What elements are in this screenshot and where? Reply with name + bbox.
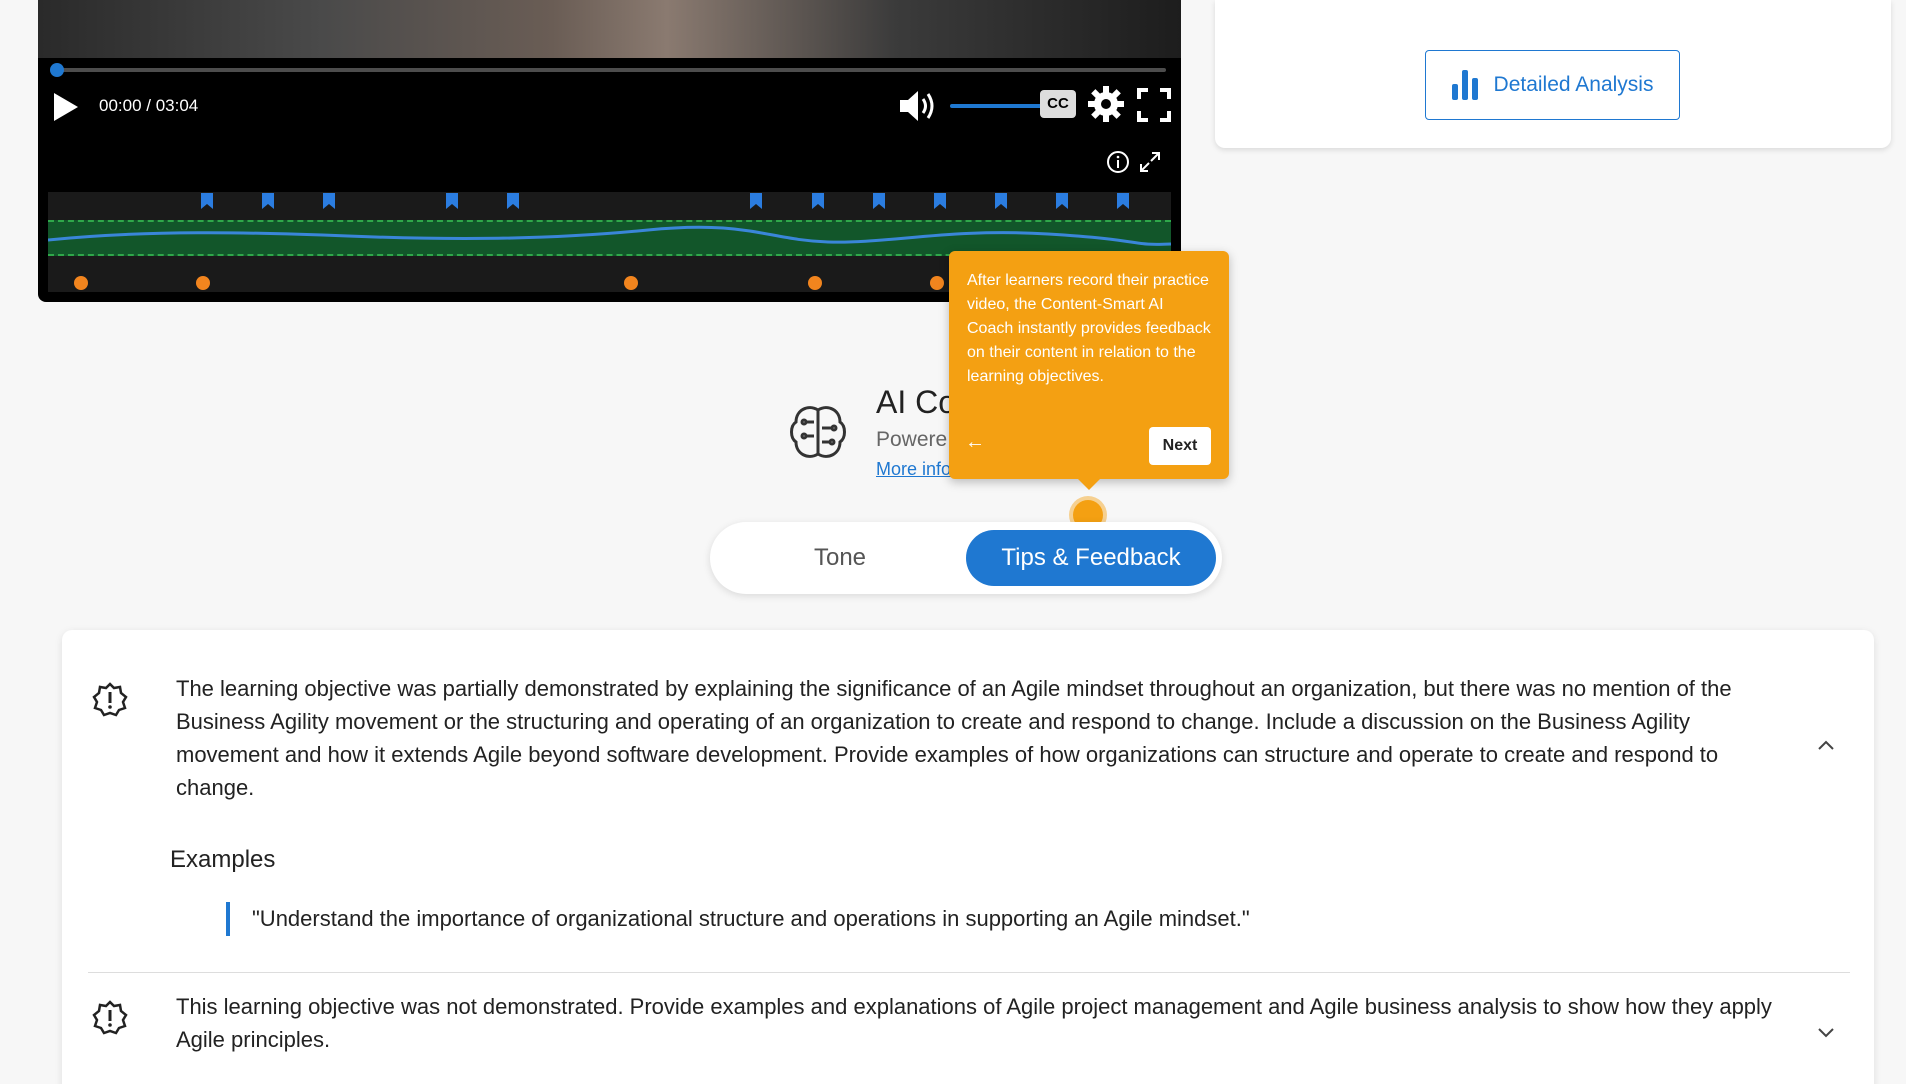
view-toggle: Tone Tips & Feedback <box>710 522 1222 594</box>
brain-icon <box>790 406 846 458</box>
bookmark-icon[interactable] <box>445 192 459 210</box>
example-quote: "Understand the importance of organizati… <box>252 906 1250 931</box>
bookmark-icon[interactable] <box>749 192 763 210</box>
event-marker[interactable] <box>74 276 88 290</box>
video-frame[interactable] <box>38 0 1181 58</box>
play-icon[interactable] <box>48 90 82 124</box>
quote-bar <box>226 902 230 936</box>
bookmark-icon[interactable] <box>994 192 1008 210</box>
event-marker[interactable] <box>930 276 944 290</box>
tour-tooltip: After learners record their practice vid… <box>949 251 1229 479</box>
bar-chart-icon <box>1451 70 1478 100</box>
bookmark-icon[interactable] <box>200 192 214 210</box>
examples-heading: Examples <box>170 846 276 873</box>
tab-tone[interactable]: Tone <box>710 522 970 594</box>
bookmark-icon[interactable] <box>933 192 947 210</box>
gear-icon[interactable] <box>1086 84 1126 124</box>
event-marker[interactable] <box>624 276 638 290</box>
alert-badge-icon <box>92 1000 128 1035</box>
fullscreen-icon[interactable] <box>1136 87 1172 123</box>
event-marker[interactable] <box>196 276 210 290</box>
seek-handle[interactable] <box>50 63 64 77</box>
analysis-card: Detailed Analysis <box>1215 0 1891 148</box>
feedback-card: The learning objective was partially dem… <box>62 630 1874 1084</box>
coach-title: AI Co <box>876 384 957 420</box>
expand-icon[interactable] <box>1138 150 1162 174</box>
seek-bar[interactable] <box>56 68 1166 72</box>
back-arrow-icon[interactable]: ← <box>965 431 985 454</box>
chevron-up-icon[interactable] <box>1814 734 1838 758</box>
tooltip-pointer <box>1077 478 1101 490</box>
bookmark-icon[interactable] <box>872 192 886 210</box>
divider <box>88 972 1850 973</box>
detailed-analysis-button[interactable]: Detailed Analysis <box>1425 50 1680 120</box>
captions-button[interactable]: CC <box>1040 90 1076 118</box>
chevron-down-icon[interactable] <box>1814 1020 1838 1044</box>
time-display: 00:00 / 03:04 <box>99 96 199 115</box>
volume-icon[interactable] <box>898 88 938 124</box>
feedback-item-text: This learning objective was not demonstr… <box>176 994 1772 1052</box>
detailed-analysis-label: Detailed Analysis <box>1493 73 1654 96</box>
bookmark-icon[interactable] <box>811 192 825 210</box>
bookmark-icon[interactable] <box>1116 192 1130 210</box>
next-button[interactable]: Next <box>1149 427 1211 465</box>
tab-tips-feedback[interactable]: Tips & Feedback <box>966 530 1216 586</box>
bookmark-icon[interactable] <box>506 192 520 210</box>
feedback-item-text: The learning objective was partially dem… <box>176 676 1732 800</box>
bookmark-icon[interactable] <box>322 192 336 210</box>
bookmark-icon[interactable] <box>1055 192 1069 210</box>
info-icon[interactable] <box>1106 150 1130 174</box>
page: 00:00 / 03:04 CC Detailed Analysis AI Co… <box>0 0 1906 1084</box>
alert-badge-icon <box>92 682 128 717</box>
tooltip-text: After learners record their practice vid… <box>967 272 1211 385</box>
bookmark-icon[interactable] <box>261 192 275 210</box>
coach-subtitle: Powere <box>876 428 948 451</box>
event-marker[interactable] <box>808 276 822 290</box>
more-info-link[interactable]: More info <box>876 459 951 480</box>
